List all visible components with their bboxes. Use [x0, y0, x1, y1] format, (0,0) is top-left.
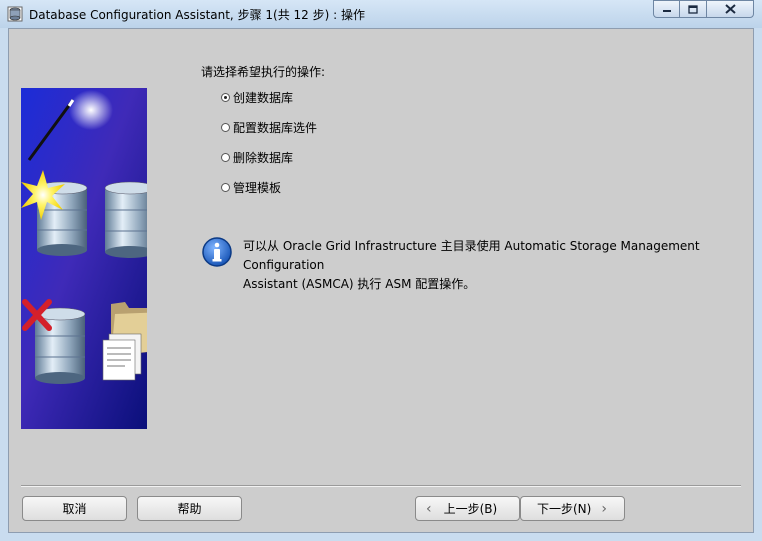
back-button[interactable]: ‹ 上一步(B): [415, 496, 520, 521]
radio-delete-database[interactable]: 删除数据库: [221, 149, 293, 166]
minimize-icon: [662, 10, 671, 12]
database-app-icon: [7, 6, 23, 22]
chevron-right-icon: ›: [601, 500, 607, 517]
back-button-label: 上一步(B): [443, 502, 498, 516]
minimize-button[interactable]: [653, 0, 680, 18]
next-button-label: 下一步(N): [537, 502, 592, 516]
radio-label-create-database: 创建数据库: [233, 91, 294, 105]
asmca-info-message: 可以从 Oracle Grid Infrastructure 主目录使用 Aut…: [243, 237, 748, 294]
title-bar: Database Configuration Assistant, 步骤 1(共…: [0, 0, 762, 28]
next-button[interactable]: 下一步(N) ›: [520, 496, 625, 521]
radio-label-delete-database: 删除数据库: [233, 151, 294, 165]
maximize-icon: [688, 4, 698, 14]
radio-label-configure-options: 配置数据库选件: [233, 121, 318, 135]
cancel-button[interactable]: 取消: [22, 496, 127, 521]
close-icon: [724, 4, 736, 14]
radio-button-delete-database[interactable]: [221, 153, 230, 162]
dbca-wizard-illustration: [21, 88, 147, 429]
radio-manage-templates[interactable]: 管理模板: [221, 179, 281, 196]
operation-prompt: 请选择希望执行的操作:: [201, 65, 326, 79]
asmca-info-line-1: 可以从 Oracle Grid Infrastructure 主目录使用 Aut…: [243, 239, 700, 272]
close-button[interactable]: [706, 0, 754, 18]
maximize-button[interactable]: [679, 0, 707, 18]
radio-button-manage-templates[interactable]: [221, 183, 230, 192]
chevron-left-icon: ‹: [426, 500, 432, 517]
footer-separator: [21, 485, 741, 487]
radio-button-configure-options[interactable]: [221, 123, 230, 132]
asmca-info-line-2: Assistant (ASMCA) 执行 ASM 配置操作。: [243, 277, 476, 291]
dialog-client-area: 请选择希望执行的操作: 创建数据库 配置数据库选件 删除数据库 管理模板 可以从…: [8, 28, 754, 533]
radio-create-database[interactable]: 创建数据库: [221, 89, 293, 106]
info-icon: [202, 237, 232, 267]
radio-label-manage-templates: 管理模板: [233, 181, 282, 195]
radio-configure-options[interactable]: 配置数据库选件: [221, 119, 317, 136]
radio-button-create-database[interactable]: [221, 93, 230, 102]
window-title: Database Configuration Assistant, 步骤 1(共…: [29, 8, 365, 22]
help-button[interactable]: 帮助: [137, 496, 242, 521]
